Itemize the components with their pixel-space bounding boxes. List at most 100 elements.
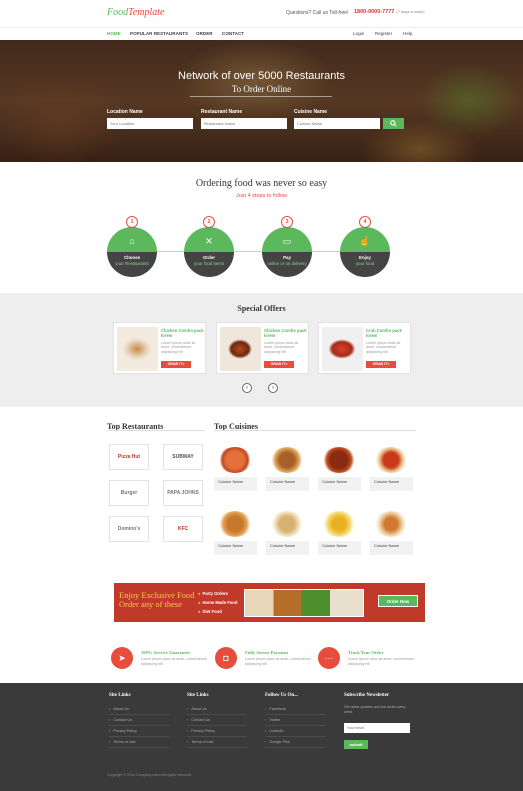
cuisine-image (374, 447, 408, 473)
grab-it-button[interactable]: GRAB IT> (161, 361, 191, 368)
nav-home[interactable]: HOME (107, 31, 121, 36)
cuisine-name: Cuisine Name (214, 541, 257, 555)
footer-link[interactable]: Contact Us (109, 718, 169, 726)
hero-banner: Network of over 5000 Restaurants To Orde… (0, 40, 523, 162)
register-link[interactable]: Register (375, 31, 392, 36)
restaurant-logo-kfc[interactable]: KFC (163, 516, 203, 542)
newsletter-title: Subscribe Newsletter (344, 693, 390, 698)
restaurant-logo-subway[interactable]: SUBWAY (163, 444, 203, 470)
footer-link[interactable]: Terms of Use (187, 740, 247, 748)
offer-title: Crab Combo pack lorem (366, 328, 402, 338)
logo-text: Burger (120, 489, 138, 496)
restaurant-logo-dominos[interactable]: Domino's (109, 516, 149, 542)
promo-bullet: Home Made Food (198, 600, 238, 605)
grab-it-button[interactable]: GRAB IT> (366, 361, 396, 368)
step-number: 1 (126, 216, 138, 228)
cuisine-image (322, 511, 356, 537)
copyright: Copyright © 2014 Company name All rights… (107, 773, 191, 777)
step-label: Enjoy your food (355, 255, 375, 266)
logo-text: Pizza Hut (117, 453, 141, 460)
location-input[interactable] (107, 118, 193, 129)
fork-knife-icon: ✕ (205, 236, 213, 246)
cuisine-card[interactable]: Cuisine Name (214, 509, 257, 556)
footer-col-title: Site Links (187, 693, 209, 698)
step-label: Order your food items (193, 255, 225, 266)
cuisine-label: Cuisine Name (294, 109, 328, 115)
cuisine-image (218, 511, 252, 537)
top-bar: FoodTemplate Questions? Call us Toll-fre… (0, 0, 523, 27)
nav-contact[interactable]: CONTACT (222, 31, 244, 36)
logo-text: KFC (177, 525, 189, 532)
restaurant-logo-burger[interactable]: Burger (109, 480, 149, 506)
footer-link[interactable]: About Us (187, 707, 247, 715)
site-logo[interactable]: FoodTemplate (107, 7, 164, 18)
google-plus-link[interactable]: Google Plus (265, 740, 325, 748)
promo-bullet: Diet Food (198, 609, 222, 614)
cuisine-input[interactable] (294, 118, 380, 129)
footer-link[interactable]: Privacy Policy (187, 729, 247, 737)
step-number: 2 (203, 216, 215, 228)
cuisine-name: Cuisine Name (370, 477, 413, 491)
linkedin-link[interactable]: LinkedIn (265, 729, 325, 737)
send-icon: ➤ (111, 647, 133, 669)
carousel-prev-button[interactable]: ‹ (242, 383, 252, 393)
cuisine-card[interactable]: Cuisine Name (370, 509, 413, 556)
location-label: Location Name (107, 109, 143, 115)
steps-subtitle: Just 4 steps to follow (235, 193, 288, 199)
offer-image (220, 327, 261, 371)
cuisine-card[interactable]: Cuisine Name (266, 445, 309, 492)
offer-text: Lorem ipsum dolor sit amet, consectetuer… (161, 341, 196, 354)
restaurant-logo-papa-johns[interactable]: PAPA JOHNS (163, 480, 203, 506)
nav-popular-restaurants[interactable]: POPULAR RESTAURANTS (130, 31, 188, 36)
cuisine-name: Cuisine Name (318, 477, 361, 491)
logo-text: SUBWAY (172, 453, 194, 460)
grab-it-button[interactable]: GRAB IT> (264, 361, 294, 368)
restaurant-logo-pizza-hut[interactable]: Pizza Hut (109, 444, 149, 470)
cuisine-image (270, 511, 304, 537)
thumbs-up-icon: ☝ (359, 236, 371, 246)
promo-image (244, 589, 364, 617)
facebook-link[interactable]: Facebook (265, 707, 325, 715)
cuisine-card[interactable]: Cuisine Name (266, 509, 309, 556)
help-link[interactable]: Help (403, 31, 412, 36)
section-divider (214, 430, 415, 431)
shield-icon: ◘ (215, 647, 237, 669)
offer-card[interactable]: Chicken Combo pack lorem Lorem ipsum dol… (113, 322, 206, 374)
twitter-link[interactable]: Twitter (265, 718, 325, 726)
newsletter-submit-button[interactable]: submit (344, 740, 368, 749)
phone-question: Questions? Call us Toll-free! (286, 10, 349, 16)
restaurant-icon: ⌂ (129, 236, 135, 246)
footer-link[interactable]: Privacy Policy (109, 729, 169, 737)
cuisine-name: Cuisine Name (370, 541, 413, 555)
newsletter-email-input[interactable] (344, 723, 410, 733)
login-link[interactable]: Login (353, 31, 364, 36)
step-label: Choose your Restaurants (115, 255, 149, 266)
promo-banner: Enjoy Exclusive Food Order any of these … (114, 583, 425, 622)
restaurant-input[interactable] (201, 118, 287, 129)
cuisine-card[interactable]: Cuisine Name (370, 445, 413, 492)
step-order: ✕ Order your food items (184, 227, 234, 277)
footer-link[interactable]: Terms of Use (109, 740, 169, 748)
hero-title: Network of over 5000 Restaurants (178, 70, 345, 82)
feature-text: Lorem ipsum dolor sit amet, consectetuer… (348, 657, 414, 666)
main-nav: HOME POPULAR RESTAURANTS ORDER CONTACT L… (0, 27, 523, 40)
offer-card[interactable]: Crab Combo pack lorem Lorem ipsum dolor … (318, 322, 411, 374)
offer-image (117, 327, 158, 371)
footer-link[interactable]: About Us (109, 707, 169, 715)
credit-card-icon: ▭ (282, 236, 292, 246)
feature-title: Fully Secure Payment (245, 650, 289, 655)
hero-subtitle: To Order Online (231, 84, 292, 94)
cuisine-image (322, 447, 356, 473)
offer-image (322, 327, 363, 371)
search-button[interactable] (383, 118, 404, 129)
order-now-button[interactable]: Order Now (378, 595, 418, 607)
cuisine-card[interactable]: Cuisine Name (214, 445, 257, 492)
nav-order[interactable]: ORDER (196, 31, 213, 36)
offer-card[interactable]: Chicken Combo pack lorem Lorem ipsum dol… (216, 322, 309, 374)
carousel-next-button[interactable]: › (268, 383, 278, 393)
cuisine-card[interactable]: Cuisine Name (318, 445, 361, 492)
cuisine-card[interactable]: Cuisine Name (318, 509, 361, 556)
step-pay: ▭ Pay online or on delivery (262, 227, 312, 277)
offers-title: Special Offers (237, 304, 286, 313)
footer-link[interactable]: Contact Us (187, 718, 247, 726)
